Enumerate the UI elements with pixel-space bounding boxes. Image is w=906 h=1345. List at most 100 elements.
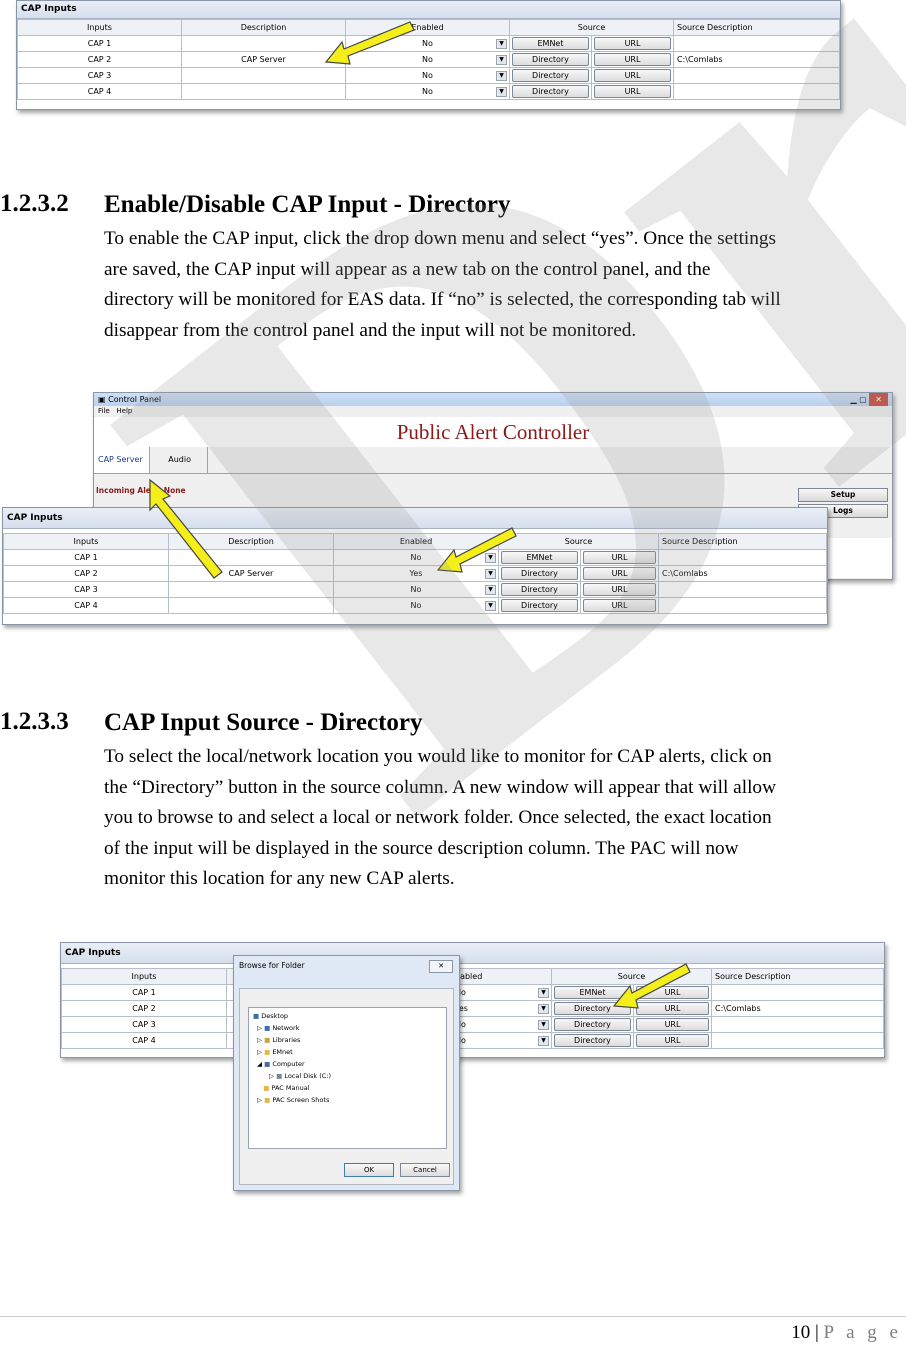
chevron-down-icon[interactable]: ▼ bbox=[485, 569, 496, 579]
source-description bbox=[711, 1032, 884, 1049]
enabled-dropdown[interactable]: No ▼ bbox=[451, 1016, 552, 1033]
url-cell: URL bbox=[632, 1000, 713, 1017]
description-cell[interactable]: CAP Server bbox=[181, 51, 346, 68]
enabled-dropdown[interactable]: No ▼ bbox=[451, 1032, 552, 1049]
chevron-down-icon[interactable]: ▼ bbox=[485, 553, 496, 563]
maximize-icon[interactable]: ▢ bbox=[859, 395, 867, 404]
url-button[interactable]: URL bbox=[583, 599, 656, 612]
enabled-dropdown[interactable]: No ▼ bbox=[345, 35, 510, 52]
description-cell[interactable] bbox=[181, 83, 346, 100]
description-cell[interactable] bbox=[181, 35, 346, 52]
menu-file[interactable]: File bbox=[98, 407, 110, 415]
source-button[interactable]: EMNet bbox=[554, 986, 631, 999]
section-heading: CAP Input Source - Directory bbox=[104, 709, 423, 736]
chevron-down-icon[interactable]: ▼ bbox=[496, 55, 507, 65]
tree-item-desktop[interactable]: ■ Desktop bbox=[253, 1012, 288, 1020]
description-cell[interactable] bbox=[168, 549, 334, 566]
tab-cap-server[interactable]: CAP Server bbox=[94, 447, 150, 473]
enabled-dropdown[interactable]: No ▼ bbox=[345, 83, 510, 100]
description-cell[interactable] bbox=[168, 581, 334, 598]
chevron-down-icon[interactable]: ▼ bbox=[485, 601, 496, 611]
source-button[interactable]: Directory bbox=[512, 69, 589, 82]
url-button[interactable]: URL bbox=[594, 69, 671, 82]
enabled-dropdown[interactable]: No ▼ bbox=[333, 581, 499, 598]
enabled-dropdown[interactable]: Yes ▼ bbox=[451, 1000, 552, 1017]
chevron-down-icon[interactable]: ▼ bbox=[538, 988, 549, 998]
tree-item-pac-screen-shots[interactable]: ▷ ■ PAC Screen Shots bbox=[257, 1096, 329, 1104]
source-button[interactable]: Directory bbox=[554, 1002, 631, 1015]
tree-item-computer[interactable]: ◢ ■ Computer bbox=[257, 1060, 305, 1068]
url-button[interactable]: URL bbox=[636, 1002, 709, 1015]
source-button[interactable]: Directory bbox=[512, 85, 589, 98]
chevron-down-icon[interactable]: ▼ bbox=[496, 71, 507, 81]
url-button[interactable]: URL bbox=[583, 583, 656, 596]
tree-item-emnet[interactable]: ▷ ■ EMnet bbox=[257, 1048, 293, 1056]
source-button[interactable]: Directory bbox=[554, 1018, 631, 1031]
cap-inputs-screenshot-2: CAP Inputs Inputs Description Enabled So… bbox=[2, 507, 828, 625]
col-source: Source bbox=[508, 19, 675, 36]
menu-help[interactable]: Help bbox=[116, 407, 132, 415]
source-button[interactable]: EMNet bbox=[512, 37, 589, 50]
source-button[interactable]: EMNet bbox=[501, 551, 578, 564]
col-inputs: Inputs bbox=[61, 968, 227, 985]
expand-icon[interactable]: ▷ bbox=[269, 1072, 274, 1080]
expand-icon[interactable]: ▷ bbox=[257, 1036, 262, 1044]
collapse-icon[interactable]: ◢ bbox=[257, 1060, 262, 1068]
source-button[interactable]: Directory bbox=[501, 567, 578, 580]
body-line: the “Directory” button in the source col… bbox=[104, 776, 776, 798]
url-button[interactable]: URL bbox=[636, 1034, 709, 1047]
setup-button[interactable]: Setup bbox=[798, 488, 888, 502]
close-icon[interactable]: ✕ bbox=[429, 960, 453, 973]
tab-audio[interactable]: Audio bbox=[152, 447, 208, 473]
chevron-down-icon[interactable]: ▼ bbox=[496, 39, 507, 49]
chevron-down-icon[interactable]: ▼ bbox=[538, 1020, 549, 1030]
source-description bbox=[658, 549, 827, 566]
chevron-down-icon[interactable]: ▼ bbox=[538, 1004, 549, 1014]
source-button[interactable]: Directory bbox=[501, 599, 578, 612]
body-line: directory will be monitored for EAS data… bbox=[104, 289, 781, 310]
enabled-dropdown[interactable]: No ▼ bbox=[345, 51, 510, 68]
url-button[interactable]: URL bbox=[583, 551, 656, 564]
chevron-down-icon[interactable]: ▼ bbox=[485, 585, 496, 595]
source-button[interactable]: Directory bbox=[554, 1034, 631, 1047]
chevron-down-icon[interactable]: ▼ bbox=[538, 1036, 549, 1046]
tree-item-libraries[interactable]: ▷ ■ Libraries bbox=[257, 1036, 300, 1044]
description-cell[interactable]: CAP Server bbox=[168, 565, 334, 582]
disk-icon: ■ bbox=[276, 1072, 283, 1080]
minimize-icon[interactable]: ▁ bbox=[850, 395, 856, 404]
cancel-button[interactable]: Cancel bbox=[400, 1163, 450, 1177]
enabled-dropdown[interactable]: No ▼ bbox=[333, 597, 499, 614]
url-button[interactable]: URL bbox=[583, 567, 656, 580]
close-icon[interactable]: ✕ bbox=[869, 393, 888, 406]
description-cell[interactable] bbox=[181, 67, 346, 84]
tree-item-pac-manual[interactable]: ■ PAC Manual bbox=[257, 1084, 310, 1092]
dialog-title: Browse for Folder bbox=[239, 961, 305, 970]
source-button[interactable]: Directory bbox=[512, 53, 589, 66]
url-button[interactable]: URL bbox=[594, 85, 671, 98]
tree-item-local-disk[interactable]: ▷ ■ Local Disk (C:) bbox=[269, 1072, 331, 1080]
enabled-dropdown[interactable]: No ▼ bbox=[451, 984, 552, 1001]
enabled-value: No bbox=[422, 71, 433, 80]
cap-inputs-table: Inputs nabled Source Source Description … bbox=[61, 968, 884, 1049]
expand-icon[interactable]: ▷ bbox=[257, 1024, 262, 1032]
table-row: CAP 4 No ▼ Directory URL bbox=[3, 597, 827, 614]
description-cell[interactable] bbox=[168, 597, 334, 614]
col-enabled: nabled bbox=[451, 968, 552, 985]
expand-icon[interactable]: ▷ bbox=[257, 1096, 262, 1104]
source-button[interactable]: Directory bbox=[501, 583, 578, 596]
enabled-dropdown[interactable]: Yes ▼ bbox=[333, 565, 499, 582]
enabled-dropdown[interactable]: No ▼ bbox=[345, 67, 510, 84]
folder-tree: ■ Desktop ▷ ■ Network ▷ ■ Libraries ▷ ■ … bbox=[248, 1007, 447, 1149]
ok-button[interactable]: OK bbox=[344, 1163, 394, 1177]
window-title: CAP Inputs bbox=[3, 508, 827, 529]
chevron-down-icon[interactable]: ▼ bbox=[496, 87, 507, 97]
url-button[interactable]: URL bbox=[594, 37, 671, 50]
tree-item-network[interactable]: ▷ ■ Network bbox=[257, 1024, 299, 1032]
url-button[interactable]: URL bbox=[636, 1018, 709, 1031]
url-button[interactable]: URL bbox=[594, 53, 671, 66]
tree-item-label: Network bbox=[272, 1024, 300, 1032]
tree-item-label: PAC Manual bbox=[271, 1084, 310, 1092]
expand-icon[interactable]: ▷ bbox=[257, 1048, 262, 1056]
enabled-dropdown[interactable]: No ▼ bbox=[333, 549, 499, 566]
url-button[interactable]: URL bbox=[636, 986, 709, 999]
